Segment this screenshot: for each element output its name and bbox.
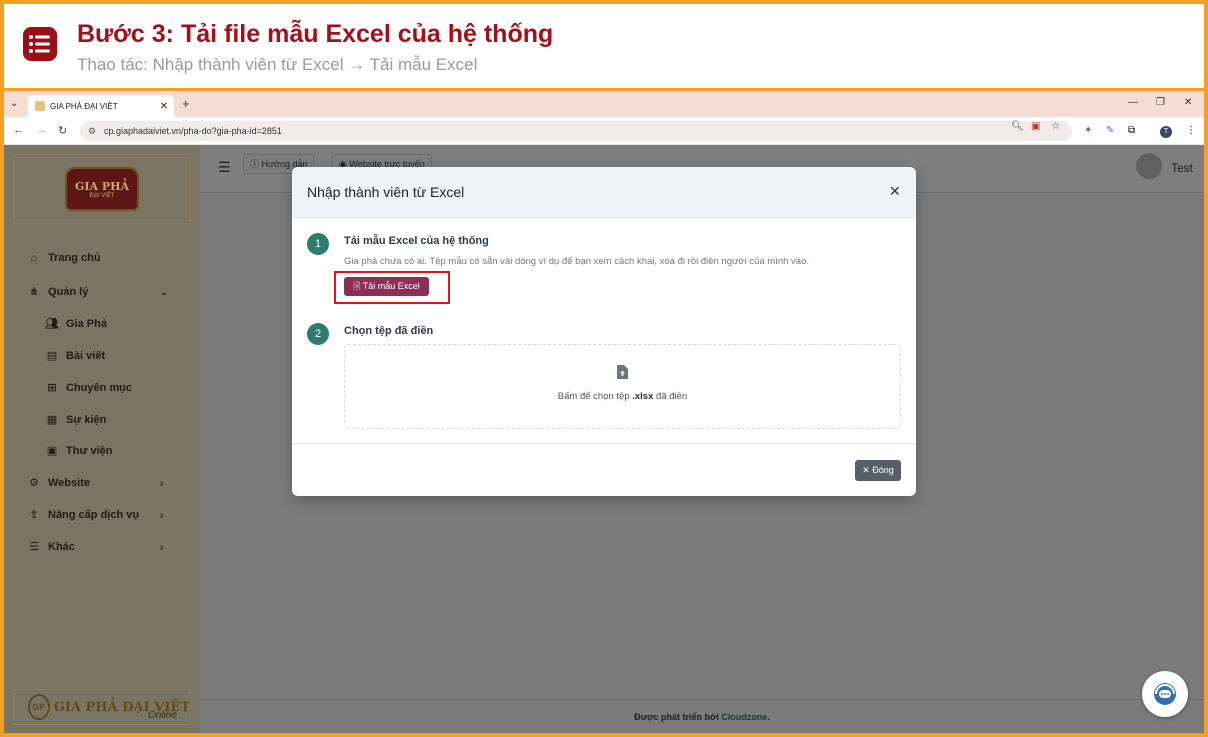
step-1-title: Tải mẫu Excel của hệ thống bbox=[344, 235, 489, 247]
forward-icon[interactable]: → bbox=[36, 124, 47, 136]
back-icon[interactable]: ← bbox=[13, 124, 24, 136]
sidebar-item-label: Thư viện bbox=[66, 444, 113, 457]
sidebar-item-home[interactable]: ⌂ Trang chủ bbox=[26, 252, 101, 264]
chat-support-button[interactable] bbox=[1142, 671, 1188, 717]
modal-close-icon[interactable]: ✕ bbox=[889, 183, 901, 200]
import-excel-modal: Nhập thành viên từ Excel ✕ 1 Tải mẫu Exc… bbox=[292, 167, 916, 496]
reload-icon[interactable]: ↻ bbox=[58, 124, 67, 137]
sitemap-icon: ⋔ bbox=[29, 286, 39, 298]
modal-title: Nhập thành viên từ Excel bbox=[307, 184, 465, 200]
download-template-button[interactable]: 🗎 Tải mẫu Excel bbox=[344, 277, 429, 296]
tab-title: GIA PHẢ ĐẠI VIỆT bbox=[50, 101, 118, 111]
minimize-icon[interactable]: — bbox=[1128, 97, 1138, 108]
sidebar-item-label: Gia Phả bbox=[66, 317, 107, 330]
chevron-down-icon: ⌄ bbox=[160, 287, 169, 298]
sidebar-item-label: Trang chủ bbox=[48, 252, 101, 264]
grid-icon: ⊞ bbox=[47, 382, 57, 394]
dropzone-text: Bấm để chọn tệp .xlsx đã điền bbox=[557, 391, 688, 402]
favicon-icon bbox=[35, 101, 45, 111]
tutorial-frame: Bước 3: Tải file mẫu Excel của hệ thống … bbox=[4, 4, 1204, 733]
browser-tabbar: ⌄ GIA PHẢ ĐẠI VIỆT ✕ + — ❐ ✕ bbox=[4, 91, 1204, 117]
sidebar-item-categories[interactable]: ⊞ Chuyên mục bbox=[44, 381, 133, 395]
chat-icon bbox=[1154, 683, 1176, 705]
calendar-icon: ▦ bbox=[46, 414, 58, 426]
extension-icon[interactable]: ✦ bbox=[1084, 125, 1092, 136]
chevron-right-icon: › bbox=[160, 478, 164, 489]
sidebar-item-family-tree[interactable]: 👥︎ Gia Phả bbox=[44, 317, 107, 331]
sidebar-item-label: Bài viết bbox=[66, 349, 106, 362]
cast-icon[interactable]: ▣ bbox=[1031, 121, 1040, 132]
sidebar-item-library[interactable]: ▣ Thư viện bbox=[44, 444, 113, 458]
hamburger-menu-icon[interactable]: ☰ bbox=[218, 159, 231, 176]
tab-list-chevron-icon[interactable]: ⌄ bbox=[10, 98, 24, 112]
sidebar-item-website[interactable]: ⚙ Website bbox=[26, 476, 90, 490]
site-logo[interactable]: GIA PHẢ ĐẠI VIỆT bbox=[13, 154, 191, 224]
close-button[interactable]: ✕ Đóng bbox=[855, 460, 901, 481]
footer-brand-link[interactable]: Cloudzone bbox=[721, 712, 767, 722]
logo-emblem: GIA PHẢ ĐẠI VIỆT bbox=[65, 167, 139, 211]
pen-extension-icon[interactable]: ✎ bbox=[1106, 125, 1114, 136]
file-icon: 🗎 bbox=[353, 281, 361, 291]
step-1-description: Gia phả chưa có ai. Tệp mẫu có sẵn vài d… bbox=[344, 256, 810, 267]
user-name[interactable]: Test bbox=[1171, 161, 1193, 175]
logo-text: GIA PHẢ bbox=[74, 179, 130, 193]
sidebar-item-label: Sự kiện bbox=[66, 413, 107, 426]
footer-suffix: . bbox=[767, 712, 770, 722]
browser-menu-icon[interactable]: ⋮ bbox=[1186, 125, 1196, 136]
home-icon: ⌂ bbox=[30, 252, 38, 264]
sidebar-footer-logo: GP GIA PHẢ ĐẠI VIỆT Online bbox=[13, 689, 191, 725]
modal-footer-divider bbox=[292, 443, 916, 444]
bars-icon: ☰ bbox=[29, 541, 39, 553]
sidebar-item-manage[interactable]: ⋔ Quản lý bbox=[26, 285, 89, 299]
logo-subtext: ĐẠI VIỆT bbox=[89, 192, 115, 199]
gp-emblem: GP bbox=[28, 694, 50, 720]
file-upload-icon bbox=[617, 365, 628, 384]
sidebar-item-upgrade[interactable]: ⇪ Nâng cấp dịch vụ bbox=[26, 508, 140, 522]
app-footer: Được phát triển bởi Cloudzone. bbox=[200, 699, 1204, 733]
sidebar-item-label: Website bbox=[48, 476, 90, 489]
sidebar-item-label: Chuyên mục bbox=[66, 381, 133, 394]
banner-subtitle: Thao tác: Nhập thành viên từ Excel → Tải… bbox=[77, 55, 478, 74]
newspaper-icon: ▤ bbox=[46, 350, 58, 362]
sidebar-item-events[interactable]: ▦ Sự kiện bbox=[44, 413, 107, 427]
sidebar: GIA PHẢ ĐẠI VIỆT ⌂ Trang chủ ⋔ Quản lý ⌄… bbox=[4, 145, 200, 733]
chevron-right-icon: › bbox=[160, 510, 164, 521]
step-2-badge: 2 bbox=[307, 323, 329, 345]
site-info-icon[interactable]: ⚙ bbox=[88, 121, 96, 141]
file-dropzone[interactable]: Bấm để chọn tệp .xlsx đã điền bbox=[344, 344, 901, 429]
extensions-puzzle-icon[interactable]: ⧉ bbox=[1128, 125, 1135, 136]
sidebar-item-label: Nâng cấp dịch vụ bbox=[48, 508, 140, 521]
banner-title: Bước 3: Tải file mẫu Excel của hệ thống bbox=[77, 20, 554, 48]
tab-close-icon[interactable]: ✕ bbox=[160, 101, 168, 112]
chevron-right-icon: › bbox=[160, 542, 164, 553]
list-icon bbox=[23, 27, 57, 61]
url-field[interactable]: ⚙ cp.giaphadaiviet.vn/pha-do?gia-pha-id=… bbox=[80, 121, 1072, 141]
browser-addressbar: ← → ↻ ⚙ cp.giaphadaiviet.vn/pha-do?gia-p… bbox=[4, 117, 1204, 145]
gear-icon: ⚙ bbox=[29, 477, 39, 489]
url-text: cp.giaphadaiviet.vn/pha-do?gia-pha-id=28… bbox=[104, 126, 282, 136]
new-tab-icon[interactable]: + bbox=[182, 96, 190, 111]
bookmark-star-icon[interactable]: ☆ bbox=[1051, 121, 1060, 132]
window-close-icon[interactable]: ✕ bbox=[1184, 97, 1192, 108]
tutorial-banner: Bước 3: Tải file mẫu Excel của hệ thống … bbox=[4, 4, 1204, 88]
user-avatar[interactable] bbox=[1136, 153, 1162, 179]
footer-prefix: Được phát triển bởi bbox=[634, 712, 722, 722]
step-1-badge: 1 bbox=[307, 233, 329, 255]
sidebar-item-other[interactable]: ☰ Khác bbox=[26, 540, 75, 554]
users-icon: 👥︎ bbox=[45, 318, 59, 330]
browser-tab[interactable]: GIA PHẢ ĐẠI VIỆT ✕ bbox=[28, 95, 174, 117]
restore-icon[interactable]: ❐ bbox=[1156, 97, 1165, 108]
upgrade-icon: ⇪ bbox=[29, 509, 39, 521]
modal-header: Nhập thành viên từ Excel ✕ bbox=[292, 167, 916, 218]
images-icon: ▣ bbox=[46, 445, 58, 457]
sidebar-item-label: Quản lý bbox=[48, 285, 89, 298]
step-2-title: Chọn tệp đã điền bbox=[344, 325, 434, 337]
footer-online: Online bbox=[148, 710, 177, 721]
zoom-icon[interactable]: 🔍︎ bbox=[1011, 121, 1024, 132]
sidebar-item-posts[interactable]: ▤ Bài viết bbox=[44, 349, 106, 363]
profile-avatar[interactable]: T bbox=[1160, 126, 1172, 138]
sidebar-item-label: Khác bbox=[48, 540, 75, 553]
